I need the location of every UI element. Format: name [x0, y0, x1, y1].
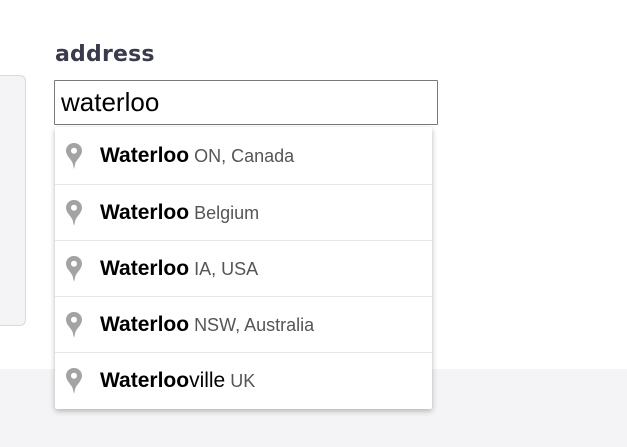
suggestion-rest: ville: [189, 368, 226, 392]
suggestion-item-waterlooville-uk[interactable]: Waterlooville UK: [55, 352, 432, 408]
suggestion-text: Waterloo IA, USA: [100, 257, 258, 281]
map-pin-icon: [63, 366, 85, 396]
suggestion-secondary: ON, Canada: [194, 145, 295, 166]
side-card: [0, 75, 26, 326]
address-label: address: [55, 42, 155, 67]
suggestion-item-waterloo-ia[interactable]: Waterloo IA, USA: [55, 240, 432, 296]
suggestion-match: Waterloo: [100, 312, 190, 336]
suggestion-match: Waterloo: [100, 200, 190, 224]
suggestion-item-waterloo-nsw[interactable]: Waterloo NSW, Australia: [55, 296, 432, 352]
map-pin-icon: [63, 310, 85, 340]
suggestion-match: Waterloo: [100, 368, 190, 392]
suggestion-text: Waterloo NSW, Australia: [100, 313, 314, 337]
suggestion-match: Waterloo: [100, 256, 190, 280]
suggestion-secondary: Belgium: [194, 202, 260, 223]
suggestion-secondary: UK: [230, 370, 256, 391]
suggestion-match: Waterloo: [100, 143, 190, 167]
suggestion-item-waterloo-belgium[interactable]: Waterloo Belgium: [55, 184, 432, 240]
suggestion-item-waterloo-on[interactable]: Waterloo ON, Canada: [55, 127, 432, 184]
suggestion-secondary: IA, USA: [194, 258, 259, 279]
map-pin-icon: [63, 198, 85, 228]
suggestion-text: Waterlooville UK: [100, 369, 255, 393]
suggestion-text: Waterloo Belgium: [100, 201, 259, 225]
autocomplete-dropdown: Waterloo ON, Canada Waterloo Belgium Water…: [55, 127, 432, 409]
map-pin-icon: [63, 254, 85, 284]
suggestion-secondary: NSW, Australia: [194, 314, 315, 335]
address-input[interactable]: [54, 80, 438, 125]
suggestion-text: Waterloo ON, Canada: [100, 144, 294, 168]
map-pin-icon: [63, 141, 85, 171]
